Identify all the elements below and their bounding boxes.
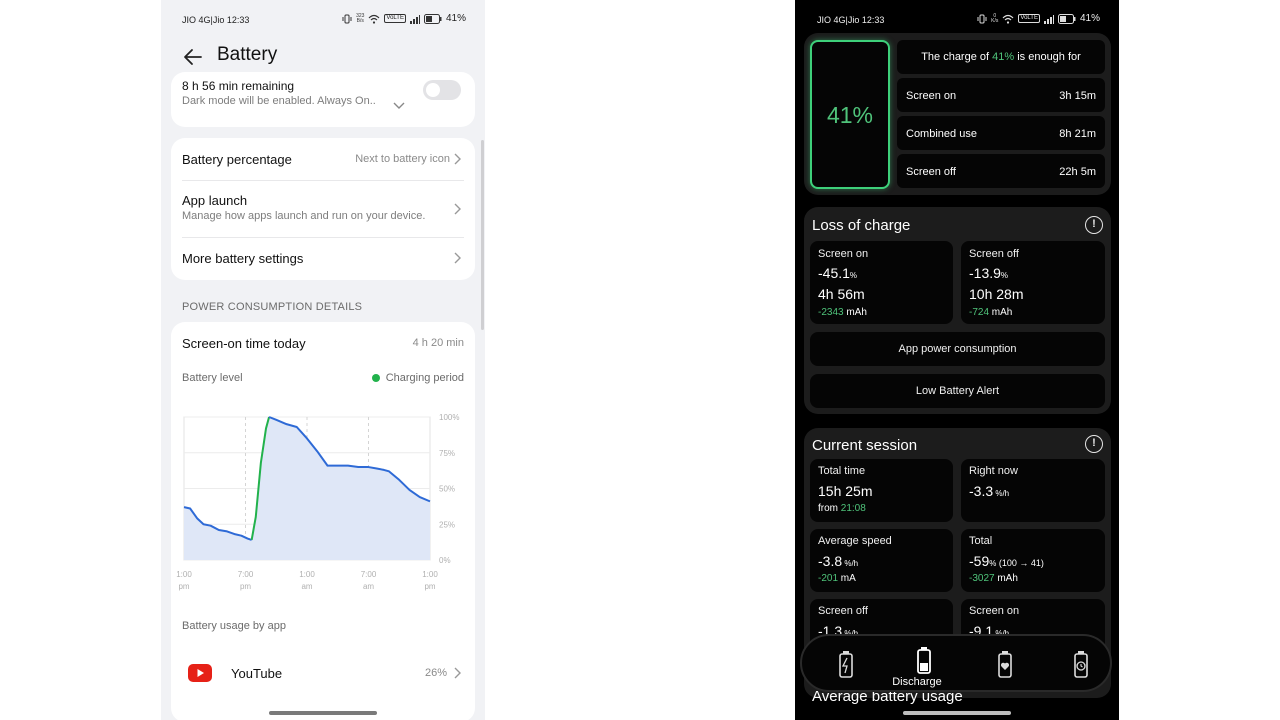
back-arrow-icon[interactable] — [181, 45, 205, 69]
x-tick-label: 7:00 — [238, 570, 254, 579]
setting-subtitle: Manage how apps launch and run on your d… — [182, 210, 426, 222]
health-icon[interactable] — [985, 646, 1025, 686]
battery-level-value: 41% — [826, 102, 874, 128]
battery-icon — [1057, 13, 1076, 24]
x-tick-sublabel: am — [301, 582, 312, 591]
average-speed-card: Average speed -3.8 %/h -201 mA — [810, 529, 953, 592]
vibrate-icon — [342, 14, 352, 23]
app-power-consumption-button[interactable]: App power consumption — [810, 332, 1105, 366]
remaining-time: 8 h 56 min remaining — [182, 79, 295, 93]
x-tick-sublabel: am — [363, 582, 374, 591]
volte-badge: VoLTE — [1018, 14, 1040, 23]
scrollbar[interactable] — [481, 140, 484, 330]
home-indicator[interactable] — [903, 711, 1011, 715]
signal-icon — [409, 14, 420, 24]
screenshot-canvas: JIO 4G|Jio 12:33 323 B/s VoLTE 41% Batter… — [0, 0, 1280, 720]
y-tick-label: 100% — [439, 413, 459, 422]
loss-screen-off-card: Screen off -13.9% 10h 28m -724 mAh — [961, 241, 1105, 324]
battery-percent: 41% — [1079, 13, 1100, 24]
left-phone-screen: JIO 4G|Jio 12:33 323 B/s VoLTE 41% Batter… — [161, 0, 485, 720]
app-row-youtube[interactable]: YouTube 26% — [171, 658, 475, 690]
y-tick-label: 0% — [439, 556, 451, 565]
page-title: Battery — [217, 44, 278, 65]
section-label: POWER CONSUMPTION DETAILS — [182, 301, 363, 313]
total-card: Total -59% (100 → 41) -3027 mAh — [961, 529, 1105, 592]
volte-badge: VoLTE — [384, 14, 406, 23]
wifi-icon — [368, 14, 380, 24]
loss-screen-on-card: Screen on -45.1% 4h 56m -2343 mAh — [810, 241, 953, 324]
x-tick-label: 7:00 — [361, 570, 377, 579]
signal-icon — [1043, 14, 1054, 24]
home-indicator[interactable] — [269, 711, 377, 715]
panel-title: Current session — [812, 437, 918, 454]
screen-on-value: 4 h 20 min — [412, 337, 464, 349]
x-tick-sublabel: pm — [424, 582, 435, 591]
more-battery-settings-row[interactable]: More battery settings — [171, 238, 475, 280]
battery-level-chart: 100%75%50%25%0%1:00pm7:00pm1:00am7:00am1… — [176, 413, 459, 591]
estimate-screen-on: Screen on 3h 15m — [897, 78, 1105, 112]
panel-title: Loss of charge — [812, 217, 911, 234]
net-speed: 0 K/s — [991, 12, 999, 24]
status-bar: JIO 4G|Jio 12:33 0 K/s VoLTE 41% — [795, 0, 1119, 36]
nav-label-discharge: Discharge — [892, 676, 942, 688]
x-tick-label: 1:00 — [176, 570, 192, 579]
battery-level-display: 41% — [810, 40, 890, 189]
app-name: YouTube — [231, 666, 283, 681]
vibrate-icon — [977, 14, 987, 23]
charge-icon[interactable] — [826, 646, 866, 686]
setting-value: Next to battery icon — [355, 153, 450, 165]
charge-estimate-panel: 41% The charge of 41% is enough for Scre… — [804, 33, 1111, 195]
setting-title: App launch — [182, 193, 248, 208]
usage-by-app-label: Battery usage by app — [182, 620, 286, 632]
y-tick-label: 75% — [439, 449, 455, 458]
right-now-card: Right now -3.3 %/h — [961, 459, 1105, 522]
x-tick-label: 1:00 — [299, 570, 315, 579]
low-battery-alert-button[interactable]: Low Battery Alert — [810, 374, 1105, 408]
setting-title: More battery settings — [182, 251, 304, 266]
dark-mode-toggle[interactable] — [423, 80, 461, 100]
estimate-screen-off: Screen off 22h 5m — [897, 154, 1105, 188]
bottom-navigation: Discharge — [800, 634, 1112, 692]
battery-percentage-row[interactable]: Battery percentage Next to battery icon — [171, 138, 475, 180]
carrier-time: JIO 4G|Jio 12:33 — [182, 15, 250, 25]
carrier-time: JIO 4G|Jio 12:33 — [817, 15, 885, 25]
battery-percent: 41% — [445, 13, 466, 24]
net-speed: 323 B/s — [356, 12, 365, 24]
total-time-card: Total time 15h 25m from 21:08 — [810, 459, 953, 522]
status-bar: JIO 4G|Jio 12:33 323 B/s VoLTE 41% — [161, 0, 485, 38]
history-icon[interactable] — [1061, 646, 1101, 686]
charging-legend-swatch — [371, 374, 380, 383]
chevron-right-icon — [454, 203, 461, 215]
estimate-combined-use: Combined use 8h 21m — [897, 116, 1105, 150]
chevron-right-icon — [454, 667, 461, 679]
battery-settings-card: Battery percentage Next to battery icon … — [171, 138, 475, 280]
info-icon[interactable]: ! — [1085, 435, 1103, 453]
x-tick-sublabel: pm — [178, 582, 189, 591]
dark-mode-card: 8 h 56 min remaining Dark mode will be e… — [171, 72, 475, 127]
charge-headline: The charge of 41% is enough for — [897, 40, 1105, 74]
y-tick-label: 25% — [439, 520, 455, 529]
app-launch-row[interactable]: App launch Manage how apps launch and ru… — [171, 181, 475, 236]
chevron-down-icon[interactable] — [393, 102, 405, 110]
chevron-right-icon — [454, 153, 461, 165]
x-tick-label: 1:00 — [422, 570, 438, 579]
loss-of-charge-panel: Loss of charge ! Screen on -45.1% 4h 56m… — [804, 207, 1111, 414]
youtube-icon — [188, 664, 212, 682]
wifi-icon — [1002, 14, 1014, 24]
info-icon[interactable]: ! — [1085, 216, 1103, 234]
chevron-right-icon — [454, 252, 461, 264]
y-tick-label: 50% — [439, 485, 455, 494]
battery-icon — [423, 13, 442, 24]
x-tick-sublabel: pm — [240, 582, 251, 591]
app-percent: 26% — [424, 667, 447, 679]
right-phone-screen: JIO 4G|Jio 12:33 0 K/s VoLTE 41% 41% The … — [795, 0, 1119, 720]
chart-legend: Charging period — [371, 372, 464, 384]
power-consumption-card: Screen-on time today 4 h 20 min Battery … — [171, 322, 475, 720]
dark-mode-subtitle: Dark mode will be enabled. Always On.. — [182, 95, 376, 107]
